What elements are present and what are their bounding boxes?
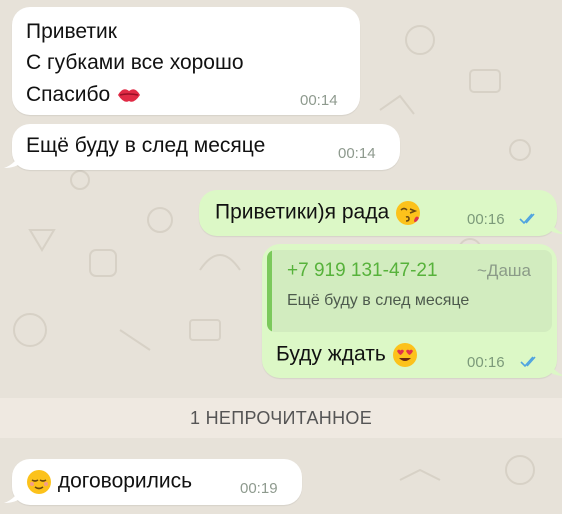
outgoing-message[interactable]: Приветики)я рада 00:16 xyxy=(199,190,562,236)
heart-eyes-icon xyxy=(392,343,417,367)
unread-banner: 1 НЕПРОЧИТАННОЕ xyxy=(0,398,562,438)
message-line: Приветики)я рада xyxy=(215,200,421,226)
quote-text: Ещё буду в след месяце xyxy=(287,292,470,309)
quote-sender-phone: +7 919 131-47-21 xyxy=(287,260,438,281)
message-line: Спасибо xyxy=(26,83,142,107)
message-time: 00:19 xyxy=(240,480,278,497)
incoming-message[interactable]: договорились 00:19 xyxy=(4,459,302,505)
quoted-message[interactable]: +7 919 131-47-21 ~Даша Ещё буду в след м… xyxy=(267,250,552,332)
message-line: договорились xyxy=(26,469,192,495)
message-line: С губками все хорошо xyxy=(26,51,244,74)
kissing-face-icon xyxy=(396,201,421,225)
message-line: Ещё буду в след месяце xyxy=(26,134,266,157)
outgoing-message[interactable]: +7 919 131-47-21 ~Даша Ещё буду в след м… xyxy=(262,244,562,378)
message-line: Буду ждать xyxy=(276,342,418,368)
relieved-face-icon xyxy=(27,470,51,494)
message-text: Приветики)я рада xyxy=(215,200,390,224)
incoming-message[interactable]: Ещё буду в след месяце 00:14 xyxy=(4,124,400,170)
message-time: 00:14 xyxy=(300,92,338,109)
bubble-tail xyxy=(4,485,22,503)
bubble-tail xyxy=(4,150,22,168)
message-text: Буду ждать xyxy=(276,342,386,366)
incoming-message[interactable]: Приветик С губками все хорошо Спасибо 00… xyxy=(12,7,360,115)
quote-sender-name: ~Даша xyxy=(477,261,531,280)
message-text: договорились xyxy=(57,469,193,493)
message-time: 00:14 xyxy=(338,145,376,162)
bubble-tail xyxy=(547,358,562,376)
bubble-tail xyxy=(547,216,562,234)
kiss-lips-icon xyxy=(118,89,140,103)
message-time: 00:16 xyxy=(467,211,505,228)
message-line: Приветик xyxy=(26,20,117,43)
message-time: 00:16 xyxy=(467,354,505,371)
quote-bar xyxy=(267,250,272,332)
read-ticks-icon xyxy=(520,356,536,368)
message-text: Спасибо xyxy=(26,83,111,106)
read-ticks-icon xyxy=(519,213,535,225)
